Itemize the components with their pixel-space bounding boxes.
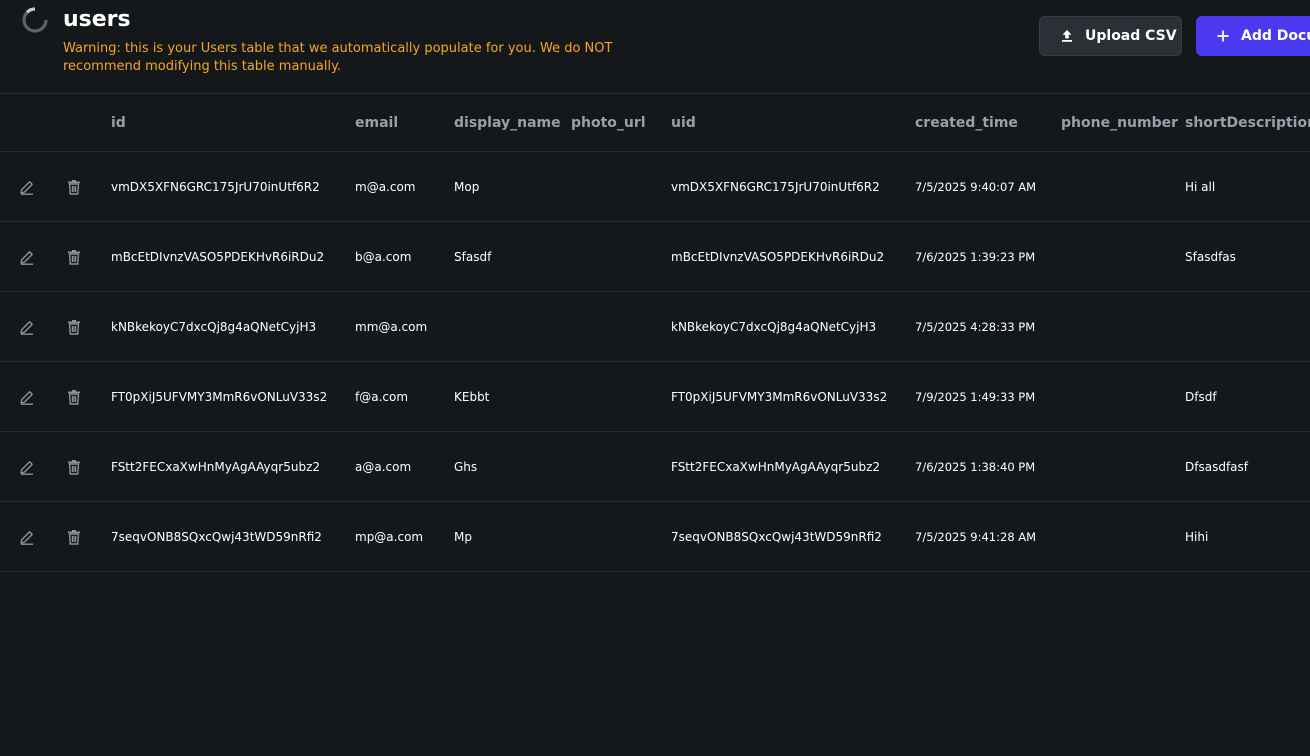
loading-spinner-icon <box>22 7 48 33</box>
trash-icon[interactable] <box>65 178 83 196</box>
cell-email: b@a.com <box>355 250 412 264</box>
upload-icon <box>1062 30 1072 42</box>
table-row[interactable]: vmDX5XFN6GRC175JrU70inUtf6R2 m@a.com Mop vm… <box>0 152 1310 222</box>
column-header-display-name[interactable]: display_name <box>454 115 561 131</box>
table-row[interactable]: FT0pXiJ5UFVMY3MmR6vONLuV33s2 f@a.com KEbbt… <box>0 362 1310 432</box>
table-header: id email display_name photo_url uid crea… <box>0 94 1310 152</box>
table-row[interactable]: kNBkekoyC7dxcQj8g4aQNetCyjH3 mm@a.com kNBk… <box>0 292 1310 362</box>
edit-icon[interactable] <box>18 528 36 546</box>
cell-id: FT0pXiJ5UFVMY3MmR6vONLuV33s2 <box>111 390 328 404</box>
cell-created-time: 7/5/2025 4:28:33 PM <box>915 320 1036 334</box>
edit-icon[interactable] <box>18 458 36 476</box>
trash-icon[interactable] <box>65 388 83 406</box>
cell-created-time: 7/5/2025 9:41:28 AM <box>915 530 1037 544</box>
cell-display-name: Ghs <box>454 460 478 474</box>
upload-csv-button[interactable]: Upload CSV <box>1039 16 1182 56</box>
upload-csv-label: Upload CSV <box>1085 28 1177 44</box>
column-header-email[interactable]: email <box>355 115 398 131</box>
cell-short-description: Hi all <box>1185 180 1216 194</box>
cell-id: FStt2FECxaXwHnMyAgAAyqr5ubz2 <box>111 460 320 474</box>
add-document-label: Add Docu <box>1241 28 1310 44</box>
cell-display-name: KEbbt <box>454 390 490 404</box>
cell-short-description: Dfsasdfasf <box>1185 460 1248 474</box>
trash-icon[interactable] <box>65 248 83 266</box>
column-header-id[interactable]: id <box>111 115 126 131</box>
column-header-short-description[interactable]: shortDescription <box>1185 115 1310 131</box>
cell-display-name: Mp <box>454 530 472 544</box>
users-table-page: users Warning: this is your Users table … <box>0 0 1310 756</box>
trash-icon[interactable] <box>65 318 83 336</box>
cell-display-name: Mop <box>454 180 480 194</box>
cell-uid: mBcEtDIvnzVASO5PDEKHvR6iRDu2 <box>671 250 885 264</box>
cell-id: 7seqvONB8SQxcQwj43tWD59nRfi2 <box>111 530 322 544</box>
plus-icon <box>1217 30 1229 42</box>
page-header: users Warning: this is your Users table … <box>0 0 1310 94</box>
table-row[interactable]: mBcEtDIvnzVASO5PDEKHvR6iRDu2 b@a.com Sfasd… <box>0 222 1310 292</box>
cell-email: m@a.com <box>355 180 416 194</box>
cell-id: kNBkekoyC7dxcQj8g4aQNetCyjH3 <box>111 320 317 334</box>
cell-created-time: 7/6/2025 1:39:23 PM <box>915 250 1036 264</box>
cell-email: f@a.com <box>355 390 409 404</box>
cell-short-description: Dfsdf <box>1185 390 1217 404</box>
cell-uid: vmDX5XFN6GRC175JrU70inUtf6R2 <box>671 180 880 194</box>
cell-uid: 7seqvONB8SQxcQwj43tWD59nRfi2 <box>671 530 882 544</box>
cell-created-time: 7/5/2025 9:40:07 AM <box>915 180 1037 194</box>
cell-email: mm@a.com <box>355 320 428 334</box>
table-row[interactable]: 7seqvONB8SQxcQwj43tWD59nRfi2 mp@a.com Mp 7s… <box>0 502 1310 572</box>
edit-icon[interactable] <box>18 248 36 266</box>
edit-icon[interactable] <box>18 318 36 336</box>
column-header-uid[interactable]: uid <box>671 115 696 131</box>
column-header-phone-number[interactable]: phone_number <box>1061 115 1178 131</box>
column-header-photo-url[interactable]: photo_url <box>571 115 646 131</box>
cell-created-time: 7/9/2025 1:49:33 PM <box>915 390 1036 404</box>
edit-icon[interactable] <box>18 388 36 406</box>
page-title: users <box>63 7 131 32</box>
cell-uid: FStt2FECxaXwHnMyAgAAyqr5ubz2 <box>671 460 880 474</box>
cell-short-description: Hihi <box>1185 530 1209 544</box>
column-header-created-time[interactable]: created_time <box>915 115 1018 131</box>
cell-id: mBcEtDIvnzVASO5PDEKHvR6iRDu2 <box>111 250 325 264</box>
add-document-button[interactable]: Add Docu <box>1196 16 1310 56</box>
edit-icon[interactable] <box>18 178 36 196</box>
cell-id: vmDX5XFN6GRC175JrU70inUtf6R2 <box>111 180 320 194</box>
cell-display-name: Sfasdf <box>454 250 492 264</box>
cell-created-time: 7/6/2025 1:38:40 PM <box>915 460 1036 474</box>
cell-email: mp@a.com <box>355 530 424 544</box>
trash-icon[interactable] <box>65 528 83 546</box>
cell-email: a@a.com <box>355 460 412 474</box>
cell-short-description: Sfasdfas <box>1185 250 1236 264</box>
cell-uid: kNBkekoyC7dxcQj8g4aQNetCyjH3 <box>671 320 877 334</box>
warning-message: Warning: this is your Users table that w… <box>63 41 613 74</box>
cell-uid: FT0pXiJ5UFVMY3MmR6vONLuV33s2 <box>671 390 888 404</box>
table-row[interactable]: FStt2FECxaXwHnMyAgAAyqr5ubz2 a@a.com Ghs FS… <box>0 432 1310 502</box>
trash-icon[interactable] <box>65 458 83 476</box>
